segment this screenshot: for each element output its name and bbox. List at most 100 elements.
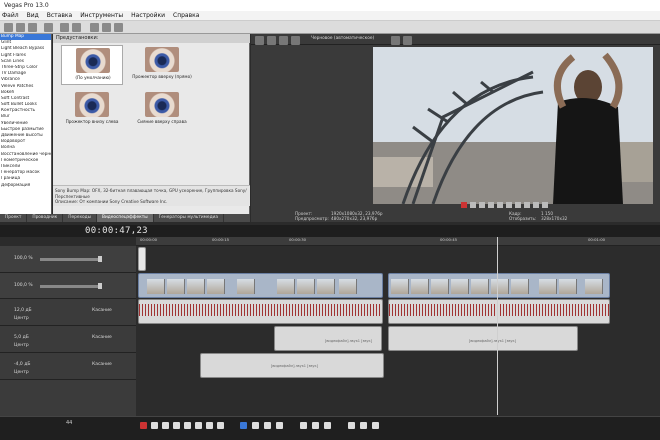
- play-icon[interactable]: [173, 422, 180, 429]
- save-icon[interactable]: [28, 23, 37, 32]
- envelope-tool-icon[interactable]: [252, 422, 259, 429]
- redo-icon[interactable]: [72, 23, 81, 32]
- save-snapshot-icon[interactable]: [403, 36, 412, 45]
- video-clip[interactable]: [388, 273, 610, 298]
- previous-frame-icon[interactable]: [533, 202, 539, 208]
- overlay-icon[interactable]: [291, 36, 300, 45]
- preview-properties-icon[interactable]: [255, 36, 264, 45]
- audio-clip[interactable]: [видеофайл]-звук1 [звук]: [200, 353, 384, 378]
- video-track-header[interactable]: 100,0 %: [0, 246, 136, 273]
- undo-icon[interactable]: [60, 23, 69, 32]
- go-to-end-icon[interactable]: [217, 422, 224, 429]
- fx-item[interactable]: Восстановление черного: [0, 152, 51, 158]
- menu-view[interactable]: Вид: [27, 11, 39, 20]
- transport-bar: 44: [0, 416, 660, 440]
- preset-thumbnail: [76, 48, 110, 73]
- title-clip[interactable]: [138, 247, 146, 271]
- preset-default[interactable]: (По умолчанию): [61, 45, 123, 85]
- menu-settings[interactable]: Настройки: [131, 11, 165, 20]
- audio-clip[interactable]: [138, 299, 383, 324]
- pause-icon[interactable]: [184, 422, 191, 429]
- loop-icon[interactable]: [151, 422, 158, 429]
- selection-tool-icon[interactable]: [264, 422, 271, 429]
- tab-video-fx[interactable]: Видеоспецэффекты: [97, 214, 154, 222]
- fx-item[interactable]: Light Bleach Bypass: [0, 46, 51, 52]
- tab-media-generators[interactable]: Генераторы мультимедиа: [154, 214, 224, 222]
- normal-edit-tool-icon[interactable]: [240, 422, 247, 429]
- video-fx-list: Bump Map Glint Light Bleach Bypass Light…: [0, 34, 52, 214]
- play-from-start-icon[interactable]: [162, 422, 169, 429]
- go-to-start-icon[interactable]: [515, 202, 521, 208]
- audio-clip[interactable]: [388, 299, 610, 324]
- track-pan: Центр: [14, 316, 29, 321]
- record-icon[interactable]: [140, 422, 147, 429]
- level-slider[interactable]: [40, 258, 102, 261]
- split-icon[interactable]: [324, 422, 331, 429]
- track-pan: Центр: [14, 343, 29, 348]
- zoom-tool-icon[interactable]: [276, 422, 283, 429]
- tab-explorer[interactable]: Проводник: [27, 214, 64, 222]
- trim-icon[interactable]: [312, 422, 319, 429]
- menu-file[interactable]: Файл: [2, 11, 19, 20]
- audio-track-header[interactable]: 5,0 дБ Центр Касание: [0, 326, 136, 353]
- title-bar: Vegas Pro 13.0: [0, 0, 660, 11]
- properties-icon[interactable]: [44, 23, 53, 32]
- fx-description-line: Описание: От компании Sony Creative Soft…: [55, 199, 168, 204]
- delete-icon[interactable]: [300, 422, 307, 429]
- window-title: Vegas Pro 13.0: [4, 2, 49, 9]
- level-slider-knob[interactable]: [98, 283, 102, 289]
- region-icon[interactable]: [372, 422, 379, 429]
- video-track-header[interactable]: 100,0 %: [0, 273, 136, 299]
- split-screen-icon[interactable]: [279, 36, 288, 45]
- snap-icon[interactable]: [90, 23, 99, 32]
- playhead[interactable]: [497, 237, 498, 415]
- play-icon[interactable]: [479, 202, 485, 208]
- ruler-label: 00:00:15: [212, 237, 230, 242]
- preset-spotlight-top[interactable]: Прожектор вверху (прямо): [131, 45, 193, 85]
- fx-item[interactable]: Деформация: [0, 183, 51, 189]
- preset-spotlight-bottom-left[interactable]: Прожектор внизу слева: [61, 90, 123, 130]
- pause-icon[interactable]: [497, 202, 503, 208]
- open-icon[interactable]: [16, 23, 25, 32]
- main-toolbar: [0, 21, 660, 34]
- copy-snapshot-icon[interactable]: [391, 36, 400, 45]
- preview-fx-icon[interactable]: [267, 36, 276, 45]
- timeline-area[interactable]: [видеофайл]-звук1 [звук] [видеофайл]-зву…: [136, 246, 660, 416]
- loop-icon[interactable]: [470, 202, 476, 208]
- go-to-end-icon[interactable]: [524, 202, 530, 208]
- lock-icon[interactable]: [348, 422, 355, 429]
- tab-project[interactable]: Проект: [0, 214, 28, 222]
- lock-envelopes-icon[interactable]: [114, 23, 123, 32]
- automation-mode[interactable]: Касание: [92, 308, 112, 313]
- new-icon[interactable]: [4, 23, 13, 32]
- preset-caption: (По умолчанию): [75, 75, 111, 80]
- menu-insert[interactable]: Вставка: [47, 11, 72, 20]
- track-volume: 5,0 дБ: [14, 335, 29, 340]
- marker-icon[interactable]: [360, 422, 367, 429]
- play-from-start-icon[interactable]: [488, 202, 494, 208]
- level-slider[interactable]: [40, 285, 102, 288]
- level-slider-knob[interactable]: [98, 256, 102, 262]
- menu-tools[interactable]: Инструменты: [80, 11, 123, 20]
- record-icon[interactable]: [461, 202, 467, 208]
- audio-clip[interactable]: [видеофайл]-звук1 [звук]: [274, 326, 382, 351]
- preset-glow-top-right[interactable]: Сияние вверху справа: [131, 90, 193, 130]
- timeline-ruler[interactable]: 00:00:00 00:00:15 00:00:30 00:00:45 00:0…: [136, 237, 660, 246]
- automation-mode[interactable]: Касание: [92, 335, 112, 340]
- go-to-start-icon[interactable]: [206, 422, 213, 429]
- audio-track-header[interactable]: -4,0 дБ Центр Касание: [0, 353, 136, 380]
- audio-track-header[interactable]: 12,0 дБ Центр Касание: [0, 299, 136, 326]
- next-frame-icon[interactable]: [542, 202, 548, 208]
- auto-ripple-icon[interactable]: [102, 23, 111, 32]
- stop-icon[interactable]: [506, 202, 512, 208]
- tab-transitions[interactable]: Переходы: [63, 214, 98, 222]
- menu-help[interactable]: Справка: [173, 11, 199, 20]
- presets-title: Предустановки:: [53, 34, 250, 43]
- stop-icon[interactable]: [195, 422, 202, 429]
- track-volume: 12,0 дБ: [14, 308, 32, 313]
- audio-clip[interactable]: [видеофайл]-звук1 [звук]: [388, 326, 578, 351]
- preset-thumbnail: [145, 47, 179, 72]
- automation-mode[interactable]: Касание: [92, 362, 112, 367]
- video-clip[interactable]: [138, 273, 383, 298]
- preview-quality-select[interactable]: Черновое (автоматическое): [311, 35, 381, 43]
